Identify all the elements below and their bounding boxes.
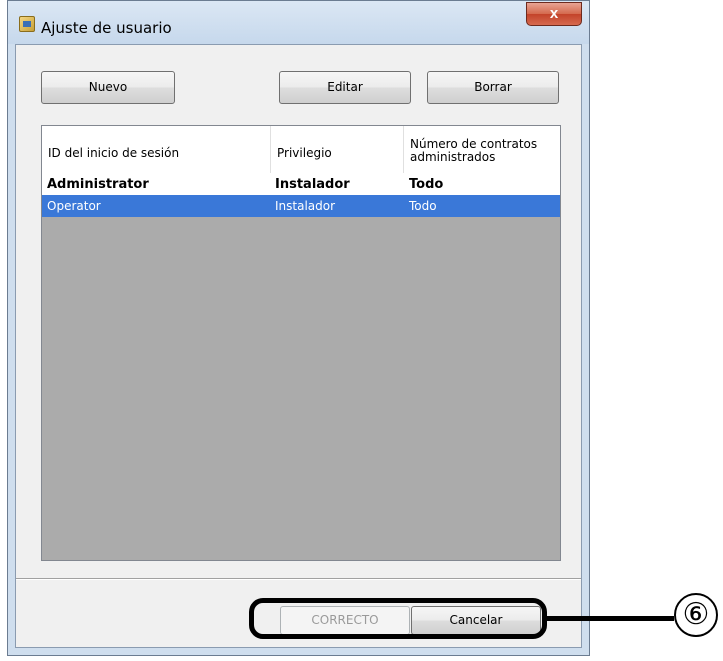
- cell-contracts: Todo: [409, 199, 437, 213]
- column-header-login-id[interactable]: ID del inicio de sesión: [42, 126, 271, 173]
- new-button[interactable]: Nuevo: [41, 71, 175, 104]
- title-bar[interactable]: Ajuste de usuario x: [8, 1, 589, 44]
- user-settings-icon: [19, 16, 35, 32]
- cell-contracts: Todo: [409, 177, 444, 192]
- list-header: ID del inicio de sesión Privilegio Númer…: [42, 126, 560, 174]
- close-icon: x: [549, 5, 559, 22]
- cell-login-id: Administrator: [47, 177, 149, 192]
- cell-privilege: Instalador: [275, 177, 350, 192]
- callout-number: ⑥: [674, 593, 718, 637]
- close-button[interactable]: x: [526, 2, 582, 26]
- cell-privilege: Instalador: [275, 199, 336, 213]
- table-row[interactable]: Administrator Instalador Todo: [42, 173, 560, 195]
- callout-line: [546, 616, 674, 621]
- delete-button[interactable]: Borrar: [427, 71, 559, 104]
- users-list[interactable]: ID del inicio de sesión Privilegio Númer…: [41, 125, 561, 561]
- column-header-contracts[interactable]: Número de contratos administrados: [404, 126, 560, 173]
- user-settings-window: Ajuste de usuario x Nuevo Editar Borrar …: [7, 0, 590, 656]
- table-row-selected[interactable]: Operator Instalador Todo: [42, 195, 560, 217]
- cell-login-id: Operator: [47, 199, 101, 213]
- footer-divider: [16, 578, 581, 580]
- callout-highlight: [249, 598, 547, 639]
- window-title: Ajuste de usuario: [41, 19, 172, 37]
- edit-button[interactable]: Editar: [279, 71, 411, 104]
- dialog-body: Nuevo Editar Borrar ID del inicio de ses…: [15, 44, 582, 648]
- column-header-privilege[interactable]: Privilegio: [271, 126, 404, 173]
